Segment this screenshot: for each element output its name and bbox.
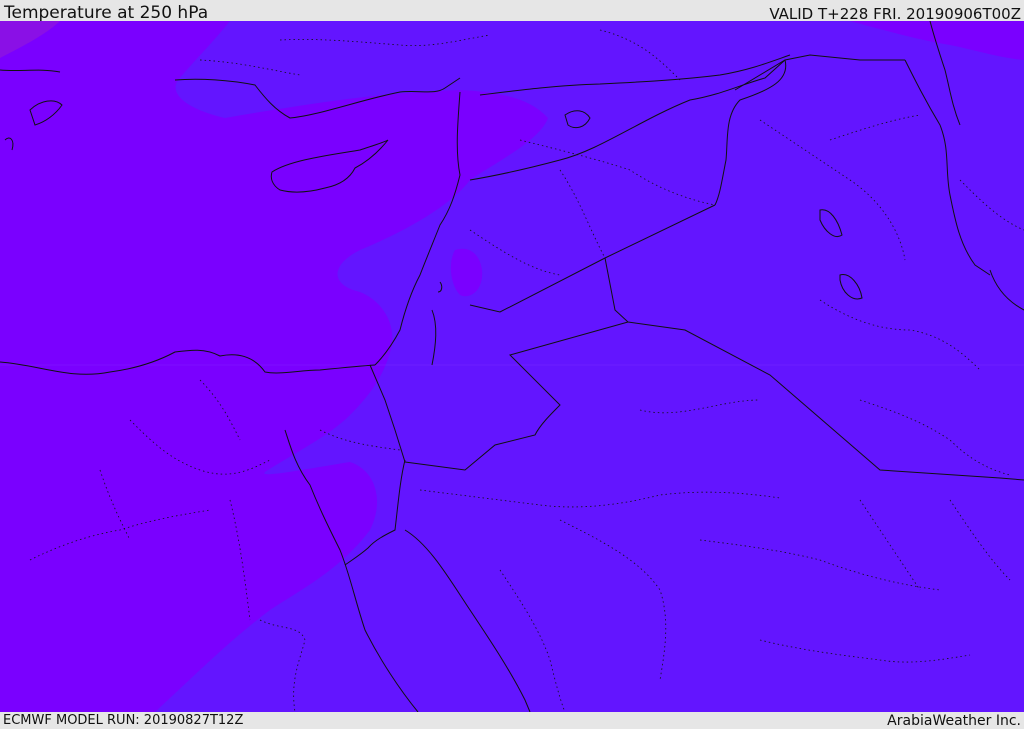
- header-bar: Temperature at 250 hPa VALID T+228 FRI. …: [0, 0, 1024, 23]
- map-title: Temperature at 250 hPa: [4, 3, 209, 23]
- temperature-map: [0, 21, 1024, 712]
- model-run-label: ECMWF MODEL RUN: 20190827T12Z: [3, 713, 244, 728]
- footer-bar: ECMWF MODEL RUN: 20190827T12Z ArabiaWeat…: [0, 712, 1024, 729]
- credit-label: ArabiaWeather Inc.: [887, 713, 1021, 729]
- map-canvas: [0, 21, 1024, 712]
- weather-map-page: Temperature at 250 hPa VALID T+228 FRI. …: [0, 0, 1024, 729]
